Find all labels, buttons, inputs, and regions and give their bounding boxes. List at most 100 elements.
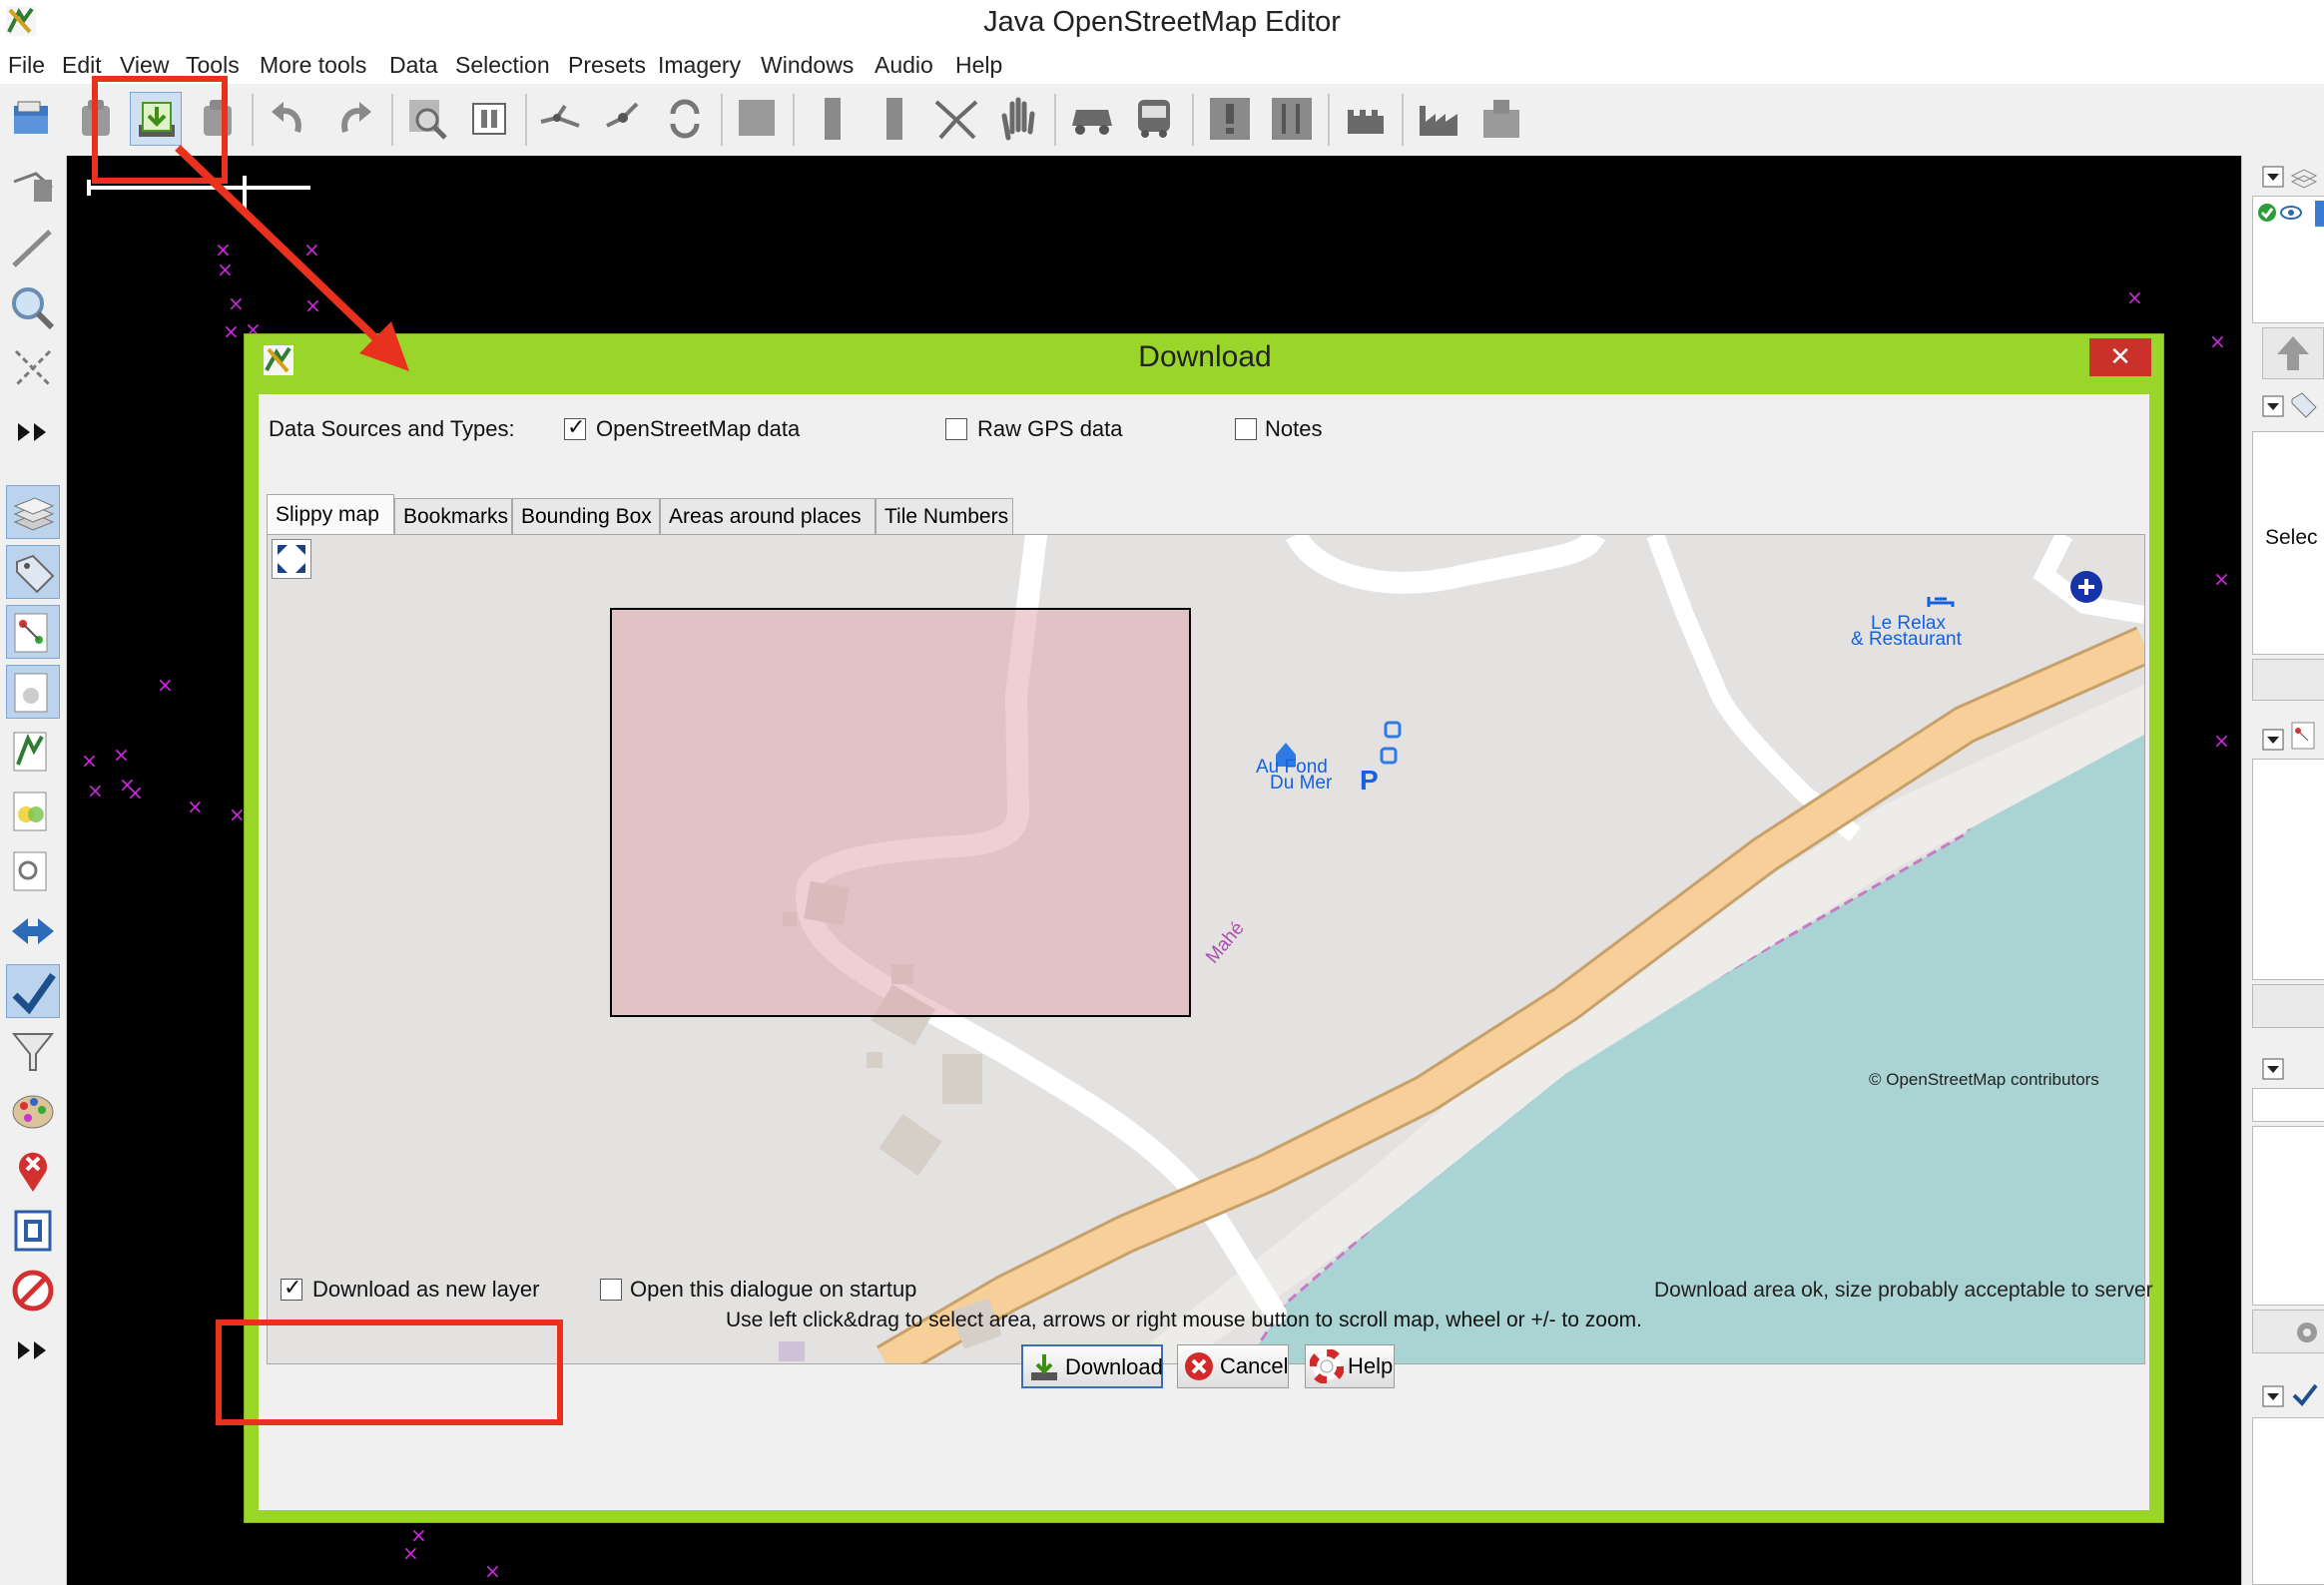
preferences-icon[interactable] xyxy=(463,92,515,146)
more-toggles-icon[interactable] xyxy=(6,1323,60,1377)
gps-point: × xyxy=(2209,329,2226,353)
validation-toggle-icon[interactable] xyxy=(6,964,60,1018)
car-preset-icon[interactable] xyxy=(1066,92,1118,146)
collapse-tags-icon[interactable] xyxy=(2262,395,2284,417)
command-stack-toggle-icon[interactable] xyxy=(6,904,60,958)
select-mode-icon[interactable] xyxy=(6,162,60,216)
undo-icon[interactable] xyxy=(262,92,313,146)
gps-point: × xyxy=(127,781,144,804)
slippy-map[interactable]: Le Relax & Restaurant Au Fond Du Mer P M… xyxy=(267,534,2145,1364)
redo-icon[interactable] xyxy=(329,92,381,146)
tab-tile-numbers[interactable]: Tile Numbers xyxy=(875,498,1013,534)
gps-point: × xyxy=(2213,729,2230,753)
menu-help[interactable]: Help xyxy=(955,52,1002,79)
notes-toggle-icon[interactable] xyxy=(6,1144,60,1198)
turn-restriction-toggle-icon[interactable] xyxy=(6,1264,60,1318)
validation-list[interactable] xyxy=(2252,1417,2324,1585)
mode-toolbar xyxy=(0,156,67,1585)
align-circle-icon[interactable] xyxy=(731,92,783,146)
close-button[interactable]: ✕ xyxy=(2089,338,2151,376)
cancel-button-label: Cancel xyxy=(1220,1353,1289,1378)
startup-label: Open this dialogue on startup xyxy=(630,1277,917,1302)
castle-preset-icon[interactable] xyxy=(1340,92,1392,146)
menu-audio[interactable]: Audio xyxy=(874,52,933,79)
restaurant-preset-icon[interactable] xyxy=(1266,92,1318,146)
fullscreen-icon[interactable] xyxy=(272,539,311,579)
combine-way-icon[interactable] xyxy=(597,92,649,146)
download-icon xyxy=(1031,1354,1057,1380)
tab-areas-around-places[interactable]: Areas around places xyxy=(660,498,875,534)
orthogonalize-icon[interactable] xyxy=(869,92,920,146)
relations-panel-icon xyxy=(2290,721,2318,751)
align-line-icon[interactable] xyxy=(807,92,859,146)
selection-list[interactable] xyxy=(2252,1126,2324,1306)
tab-bounding-box[interactable]: Bounding Box xyxy=(512,498,660,534)
menu-more-tools[interactable]: More tools xyxy=(260,52,366,79)
tags-toggle-icon[interactable] xyxy=(6,545,60,599)
menu-windows[interactable]: Windows xyxy=(761,52,854,79)
layers-toggle-icon[interactable] xyxy=(6,485,60,539)
cancel-button[interactable]: Cancel xyxy=(1177,1344,1289,1388)
menu-view[interactable]: View xyxy=(120,52,169,79)
move-up-icon[interactable] xyxy=(2262,327,2324,379)
gps-point: × xyxy=(113,743,130,767)
osm-data-checkbox[interactable] xyxy=(564,415,586,440)
changeset-toggle-icon[interactable] xyxy=(6,1204,60,1258)
parking-label: P xyxy=(1360,765,1379,795)
more-modes-icon[interactable] xyxy=(6,405,60,459)
layers-list[interactable] xyxy=(2252,196,2324,323)
draw-mode-icon[interactable] xyxy=(6,222,60,275)
reverse-way-icon[interactable] xyxy=(659,92,711,146)
menu-file[interactable]: File xyxy=(8,52,45,79)
tags-panel-icon xyxy=(2288,389,2318,419)
highlight-new-layer-option xyxy=(216,1320,563,1425)
simplify-way-icon[interactable] xyxy=(930,92,982,146)
layer-visible-icon[interactable] xyxy=(2257,201,2309,227)
josm-map-toggle-icon[interactable] xyxy=(6,725,60,779)
gps-point: × xyxy=(157,673,174,697)
building-preset-icon[interactable] xyxy=(1475,92,1527,146)
poi-house-line2: Du Mer xyxy=(1270,773,1333,793)
bus-preset-icon[interactable] xyxy=(1128,92,1180,146)
tab-slippy-map[interactable]: Slippy map xyxy=(267,494,394,536)
relations-list[interactable] xyxy=(2252,759,2324,980)
new-layer-checkbox[interactable] xyxy=(281,1276,302,1301)
warning-preset-icon[interactable] xyxy=(1204,92,1256,146)
cancel-icon xyxy=(1185,1352,1213,1380)
notes-checkbox[interactable] xyxy=(1235,418,1257,440)
filter-icon[interactable] xyxy=(6,1024,60,1078)
menu-tools[interactable]: Tools xyxy=(186,52,240,79)
split-way-icon[interactable] xyxy=(535,92,587,146)
gps-point: × xyxy=(402,1541,419,1565)
delete-mode-icon[interactable] xyxy=(6,341,60,395)
map-paint-styles-icon[interactable] xyxy=(6,1084,60,1138)
gps-point: × xyxy=(2213,567,2230,591)
zoom-mode-icon[interactable] xyxy=(6,281,60,335)
collapse-validation-icon[interactable] xyxy=(2262,1385,2284,1407)
help-button[interactable]: Help xyxy=(1305,1344,1395,1388)
conflict-toggle-icon[interactable] xyxy=(6,785,60,838)
gear-icon[interactable] xyxy=(2289,1315,2324,1350)
menu-imagery[interactable]: Imagery xyxy=(658,52,741,79)
filter-list-toggle-icon[interactable] xyxy=(6,844,60,898)
collapse-selection-icon[interactable] xyxy=(2262,1058,2284,1080)
layers-panel-icon xyxy=(2288,162,2318,190)
relations-toggle-icon[interactable] xyxy=(6,605,60,659)
tab-bookmarks[interactable]: Bookmarks xyxy=(394,498,512,534)
zoom-to-data-icon[interactable] xyxy=(401,92,453,146)
menu-selection[interactable]: Selection xyxy=(455,52,550,79)
collapse-relations-icon[interactable] xyxy=(2262,729,2284,751)
collapse-layers-icon[interactable] xyxy=(2262,166,2284,188)
menu-presets[interactable]: Presets xyxy=(568,52,646,79)
selection-list-toggle-icon[interactable] xyxy=(6,665,60,719)
menu-edit[interactable]: Edit xyxy=(62,52,102,79)
menu-data[interactable]: Data xyxy=(389,52,438,79)
download-button[interactable]: Download xyxy=(1021,1344,1163,1388)
hand-icon[interactable] xyxy=(992,92,1044,146)
selection-buttons xyxy=(2252,1310,2324,1353)
validation-panel-icon xyxy=(2290,1379,2320,1409)
factory-preset-icon[interactable] xyxy=(1414,92,1465,146)
open-file-icon[interactable] xyxy=(6,92,58,146)
startup-checkbox[interactable] xyxy=(600,1279,622,1301)
gps-data-checkbox[interactable] xyxy=(945,418,967,440)
